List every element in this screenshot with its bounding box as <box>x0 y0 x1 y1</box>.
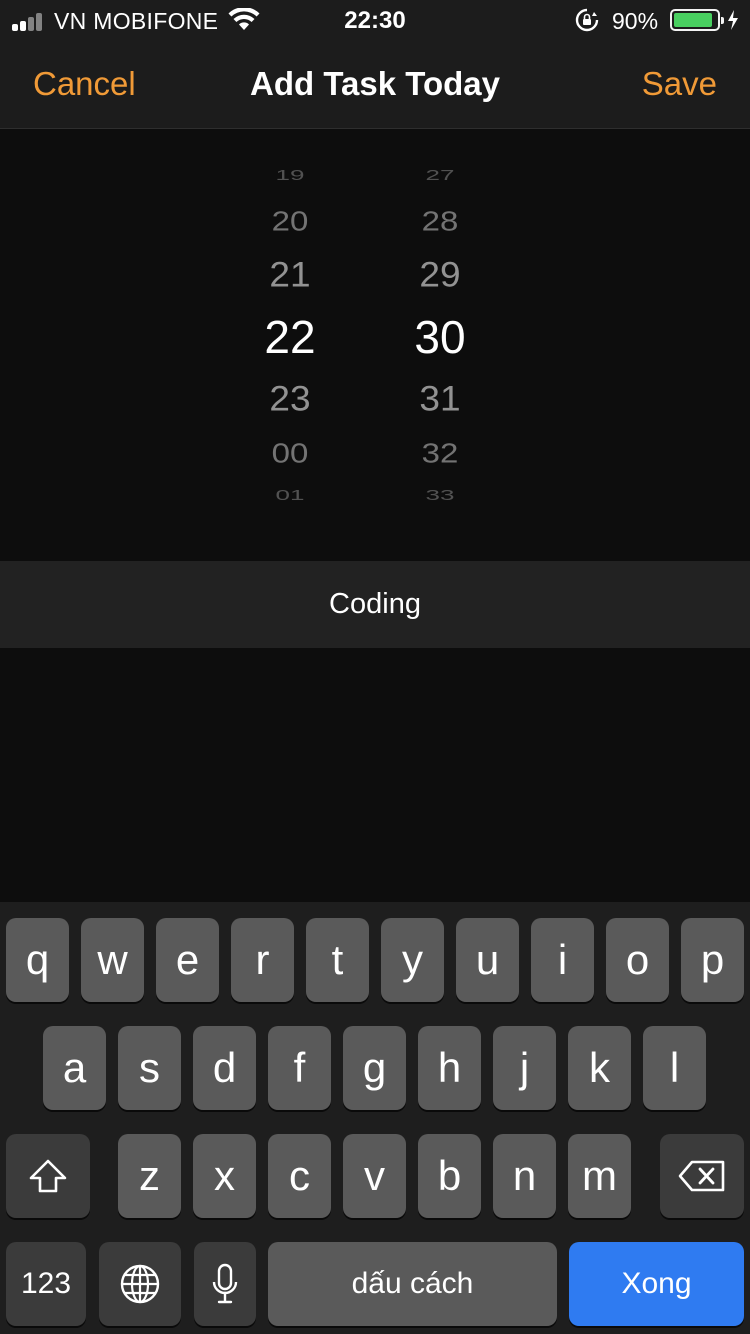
save-button[interactable]: Save <box>642 65 717 103</box>
hour-option[interactable]: 00 <box>225 437 355 469</box>
task-name-input[interactable] <box>0 561 750 648</box>
backspace-icon <box>678 1160 725 1192</box>
hour-wheel[interactable]: 19 20 21 22 23 00 01 <box>225 160 355 525</box>
navigation-bar: Cancel Add Task Today Save <box>0 40 750 129</box>
key-u[interactable]: u <box>456 918 519 1002</box>
key-v[interactable]: v <box>343 1134 406 1218</box>
hour-selected-option[interactable]: 22 <box>225 310 355 364</box>
key-r[interactable]: r <box>231 918 294 1002</box>
key-q[interactable]: q <box>6 918 69 1002</box>
key-b[interactable]: b <box>418 1134 481 1218</box>
time-picker: 19 20 21 22 23 00 01 27 28 29 30 31 32 33 <box>0 130 750 560</box>
status-bar: VN MOBIFONE 22:30 90% <box>0 0 750 40</box>
space-key[interactable]: dấu cách <box>268 1242 557 1326</box>
cancel-button[interactable]: Cancel <box>33 65 136 103</box>
key-t[interactable]: t <box>306 918 369 1002</box>
minute-option[interactable]: 33 <box>375 487 505 504</box>
key-y[interactable]: y <box>381 918 444 1002</box>
delete-key[interactable] <box>660 1134 744 1218</box>
minute-option[interactable]: 28 <box>375 205 505 237</box>
key-k[interactable]: k <box>568 1026 631 1110</box>
hour-option[interactable]: 21 <box>225 255 355 295</box>
keyboard: 123 dấu cách Xong qwertyuiop asdfghjkl zxc… <box>0 902 750 1334</box>
return-key[interactable]: Xong <box>569 1242 744 1326</box>
battery-icon <box>670 9 724 31</box>
key-s[interactable]: s <box>118 1026 181 1110</box>
key-i[interactable]: i <box>531 918 594 1002</box>
key-c[interactable]: c <box>268 1134 331 1218</box>
rotation-lock-icon <box>575 8 599 32</box>
battery-level <box>674 13 712 27</box>
key-p[interactable]: p <box>681 918 744 1002</box>
hour-option[interactable]: 23 <box>225 379 355 419</box>
key-l[interactable]: l <box>643 1026 706 1110</box>
task-name-row <box>0 561 750 648</box>
shift-icon <box>29 1159 67 1193</box>
hour-option[interactable]: 20 <box>225 205 355 237</box>
hour-option[interactable]: 19 <box>225 167 355 184</box>
minute-wheel[interactable]: 27 28 29 30 31 32 33 <box>375 160 505 525</box>
charging-bolt-icon <box>728 10 738 30</box>
key-h[interactable]: h <box>418 1026 481 1110</box>
shift-key[interactable] <box>6 1134 90 1218</box>
key-f[interactable]: f <box>268 1026 331 1110</box>
dictation-key[interactable] <box>194 1242 256 1326</box>
key-m[interactable]: m <box>568 1134 631 1218</box>
key-a[interactable]: a <box>43 1026 106 1110</box>
key-n[interactable]: n <box>493 1134 556 1218</box>
minute-option[interactable]: 29 <box>375 255 505 295</box>
microphone-icon <box>212 1263 238 1304</box>
key-g[interactable]: g <box>343 1026 406 1110</box>
key-z[interactable]: z <box>118 1134 181 1218</box>
globe-key[interactable] <box>99 1242 181 1326</box>
minute-option[interactable]: 27 <box>375 167 505 184</box>
battery-percent: 90% <box>612 8 659 34</box>
minute-selected-option[interactable]: 30 <box>375 310 505 364</box>
key-x[interactable]: x <box>193 1134 256 1218</box>
key-o[interactable]: o <box>606 918 669 1002</box>
key-w[interactable]: w <box>81 918 144 1002</box>
hour-option[interactable]: 01 <box>225 487 355 504</box>
key-d[interactable]: d <box>193 1026 256 1110</box>
key-e[interactable]: e <box>156 918 219 1002</box>
key-j[interactable]: j <box>493 1026 556 1110</box>
minute-option[interactable]: 31 <box>375 379 505 419</box>
numbers-key[interactable]: 123 <box>6 1242 86 1326</box>
minute-option[interactable]: 32 <box>375 437 505 469</box>
globe-icon <box>120 1264 160 1304</box>
